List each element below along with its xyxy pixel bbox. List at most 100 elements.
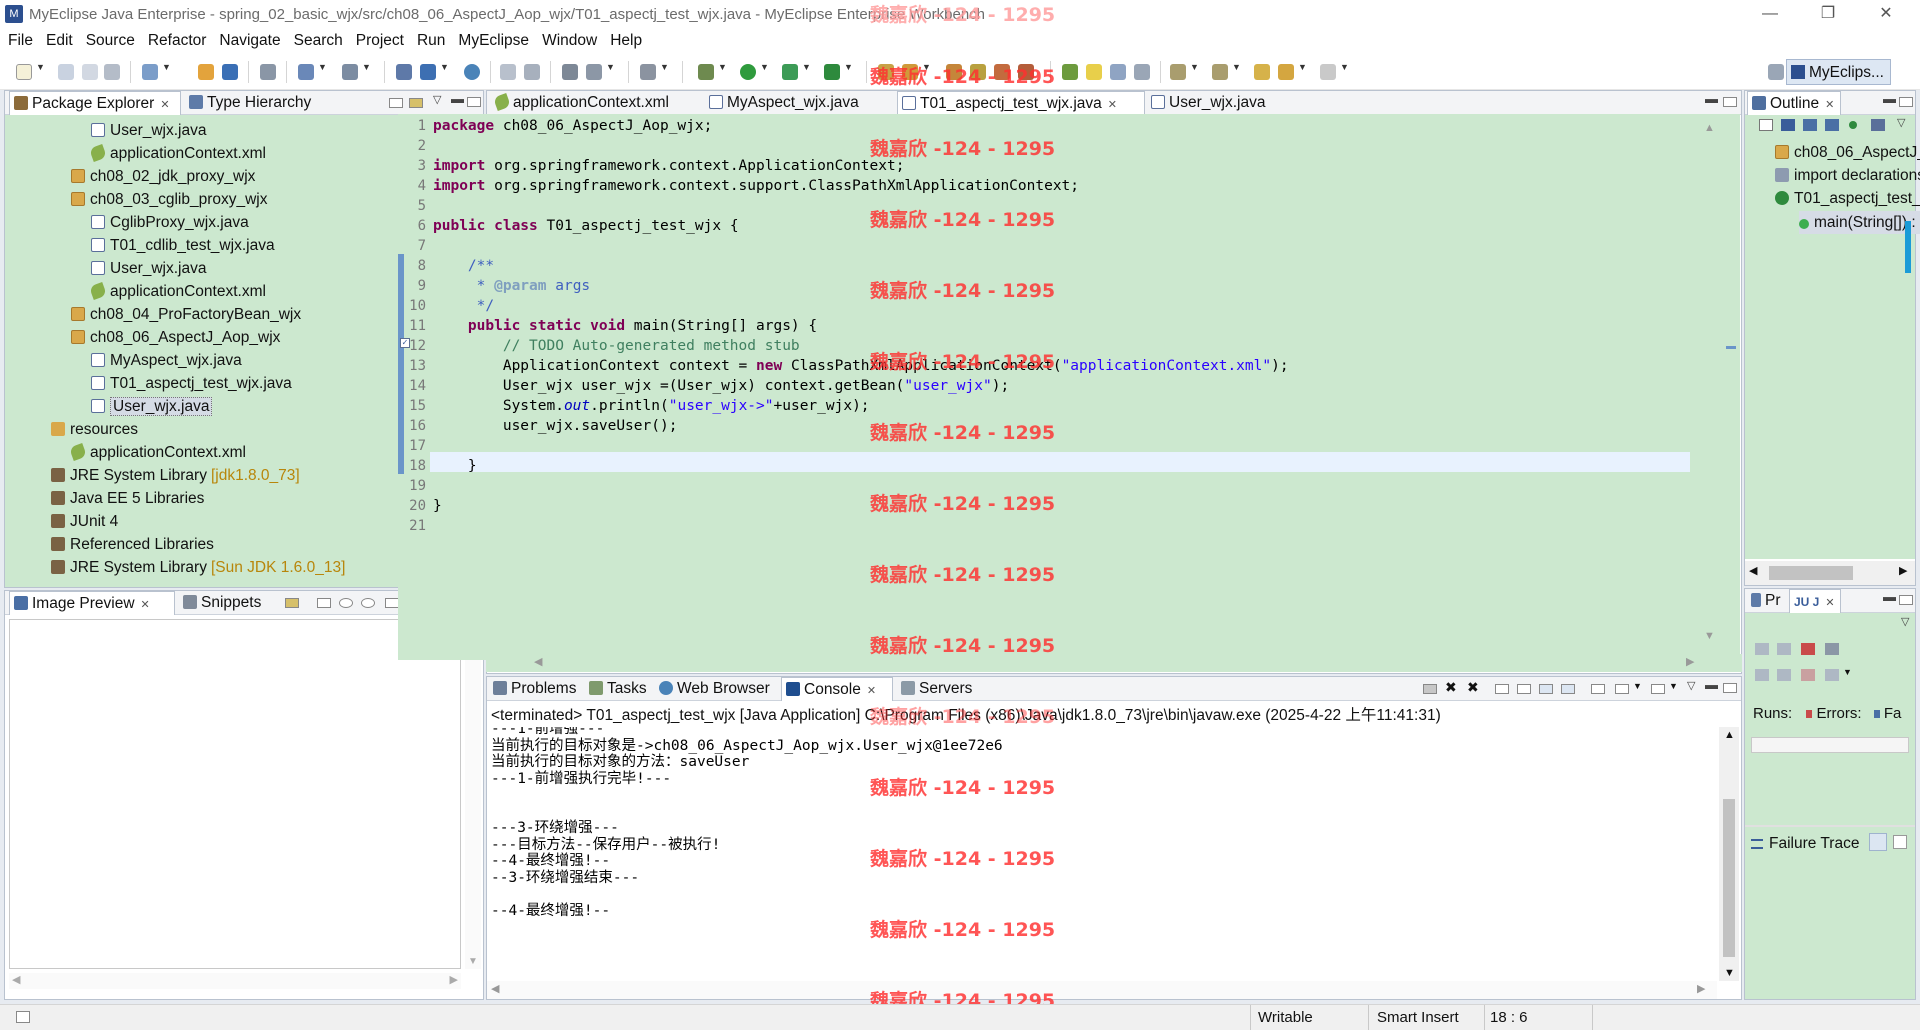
external-tools-icon[interactable]: [824, 64, 840, 80]
minimize-view-icon[interactable]: ▬: [1883, 589, 1896, 604]
sort-icon[interactable]: [1781, 119, 1795, 131]
close-tab-icon[interactable]: ✕: [1825, 597, 1834, 609]
tree-item[interactable]: JRE System Library [jdk1.8.0_73]: [51, 464, 300, 487]
tab-console[interactable]: Console ✕: [781, 677, 893, 701]
terminal-icon[interactable]: [640, 64, 656, 80]
clear-console-icon[interactable]: [1495, 684, 1509, 694]
show-on-stderr-icon[interactable]: [1561, 684, 1575, 694]
fast-view-icon[interactable]: [16, 1011, 30, 1023]
maximize-view-icon[interactable]: [1899, 97, 1913, 107]
maximize-view-icon[interactable]: [1899, 595, 1913, 605]
rerun-failed-icon[interactable]: [1777, 669, 1791, 681]
next-failure-icon[interactable]: [1755, 643, 1769, 655]
tab-servers[interactable]: Servers: [897, 677, 981, 701]
tab-myaspect-wjx[interactable]: MyAspect_wjx.java: [705, 91, 883, 115]
open-console-icon[interactable]: [1651, 684, 1665, 694]
menu-refactor[interactable]: Refactor: [148, 32, 207, 50]
outline-item-class[interactable]: T01_aspectj_test_wjx: [1775, 187, 1920, 210]
coverage-dropdown-icon[interactable]: ▼: [802, 62, 811, 72]
window-icon[interactable]: [562, 64, 578, 80]
image-preview-scrollbar[interactable]: ▲ ▼: [465, 619, 481, 969]
scroll-lock-icon[interactable]: [1517, 684, 1531, 694]
tab-image-preview[interactable]: Image Preview ✕: [9, 591, 175, 615]
hide-fields-icon[interactable]: [1803, 119, 1817, 131]
tab-junit[interactable]: JU J ✕: [1789, 589, 1841, 613]
scroll-down-icon[interactable]: ▼: [468, 956, 478, 967]
coverage-icon[interactable]: [782, 64, 798, 80]
tab-snippets[interactable]: Snippets: [179, 591, 271, 615]
next-annotation-icon[interactable]: [1170, 64, 1186, 80]
filter-trace-icon[interactable]: [1869, 833, 1887, 851]
history-icon[interactable]: [1825, 669, 1839, 681]
previous-annotation-icon[interactable]: [1212, 64, 1228, 80]
zoom-in-icon[interactable]: [361, 598, 375, 608]
remove-launch-icon[interactable]: ✖: [1445, 679, 1457, 696]
debug-icon[interactable]: [698, 64, 714, 80]
previous-failure-icon[interactable]: [1777, 643, 1791, 655]
scroll-left-icon[interactable]: ◀: [1749, 564, 1757, 577]
zoom-out-icon[interactable]: [339, 598, 353, 608]
task-icon[interactable]: [586, 64, 602, 80]
menu-help[interactable]: Help: [610, 32, 642, 50]
open-type-dropdown-icon[interactable]: ▼: [318, 62, 327, 72]
tree-item[interactable]: Referenced Libraries: [51, 533, 214, 556]
mark-occurrences-icon[interactable]: [1086, 64, 1102, 80]
scroll-lock-icon[interactable]: [1825, 643, 1839, 655]
back-icon[interactable]: [1278, 64, 1294, 80]
scroll-up-icon[interactable]: ▲: [1704, 122, 1715, 134]
show-whitespace-icon[interactable]: [1134, 64, 1150, 80]
console-hscrollbar[interactable]: ◀ ▶: [487, 981, 1717, 999]
menu-run[interactable]: Run: [417, 32, 445, 50]
scroll-right-icon[interactable]: ▶: [1899, 564, 1907, 577]
debug-dropdown-icon[interactable]: ▼: [718, 62, 727, 72]
minimize-view-icon[interactable]: ▬: [1883, 91, 1896, 106]
tab-web-browser[interactable]: Web Browser: [655, 677, 779, 701]
tree-item[interactable]: ch08_06_AspectJ_Aop_wjx: [71, 326, 280, 349]
minimize-view-icon[interactable]: ▬: [451, 91, 464, 106]
pin-console-icon[interactable]: [1591, 684, 1605, 694]
print-icon[interactable]: [104, 64, 120, 80]
deploy-icon[interactable]: [198, 64, 214, 80]
image-preview-hscrollbar[interactable]: ◀ ▶: [9, 973, 461, 989]
collapse-all-icon[interactable]: [389, 98, 403, 108]
tree-item[interactable]: T01_cdlib_test_wjx.java: [91, 234, 275, 257]
maximize-view-icon[interactable]: [1723, 97, 1737, 107]
view-menu-icon[interactable]: ▽: [1897, 116, 1905, 129]
new-project-dropdown-icon[interactable]: ▼: [440, 62, 449, 72]
link-with-editor-icon[interactable]: [409, 98, 423, 108]
fit-image-icon[interactable]: [317, 598, 331, 608]
search-dropdown-icon[interactable]: ▼: [362, 62, 371, 72]
scroll-thumb[interactable]: [1769, 566, 1853, 580]
back-dropdown-icon[interactable]: ▼: [1298, 62, 1307, 72]
scroll-thumb[interactable]: [1723, 799, 1735, 957]
editor-hscrollbar[interactable]: ◀ ▶: [486, 654, 1742, 672]
new-project-icon[interactable]: [420, 64, 436, 80]
close-window-button[interactable]: ✕: [1858, 0, 1914, 28]
servers-icon[interactable]: [222, 64, 238, 80]
search-icon[interactable]: [342, 64, 358, 80]
tree-item[interactable]: User_wjx.java: [91, 257, 206, 280]
open-perspective-icon[interactable]: [1768, 64, 1784, 80]
display-console-icon[interactable]: [1615, 684, 1629, 694]
task-dropdown-icon[interactable]: ▼: [606, 62, 615, 72]
minimize-button[interactable]: —: [1742, 0, 1798, 28]
tree-item[interactable]: MyAspect_wjx.java: [91, 349, 242, 372]
new-web-project-icon[interactable]: [142, 64, 158, 80]
tree-item[interactable]: User_wjx.java: [91, 395, 213, 418]
maximize-view-icon[interactable]: [1723, 683, 1737, 693]
hide-nonpublic-icon[interactable]: [1849, 121, 1857, 129]
scroll-left-icon[interactable]: ◀: [491, 982, 499, 995]
close-tab-icon[interactable]: ✕: [141, 599, 150, 611]
tree-item[interactable]: ch08_03_cglib_proxy_wjx: [71, 188, 268, 211]
open-console-dropdown-icon[interactable]: ▼: [1669, 681, 1678, 691]
hide-local-types-icon[interactable]: [1871, 119, 1885, 131]
save-icon[interactable]: [58, 64, 74, 80]
actual-size-icon[interactable]: [385, 598, 399, 608]
display-console-dropdown-icon[interactable]: ▼: [1633, 681, 1642, 691]
menu-window[interactable]: Window: [542, 32, 597, 50]
run-dropdown-icon[interactable]: ▼: [760, 62, 769, 72]
close-tab-icon[interactable]: ✕: [1108, 99, 1117, 111]
tree-item[interactable]: CglibProxy_wjx.java: [91, 211, 249, 234]
view-menu-icon[interactable]: ▽: [1901, 615, 1909, 628]
menu-myeclipse[interactable]: MyEclipse: [458, 32, 529, 50]
